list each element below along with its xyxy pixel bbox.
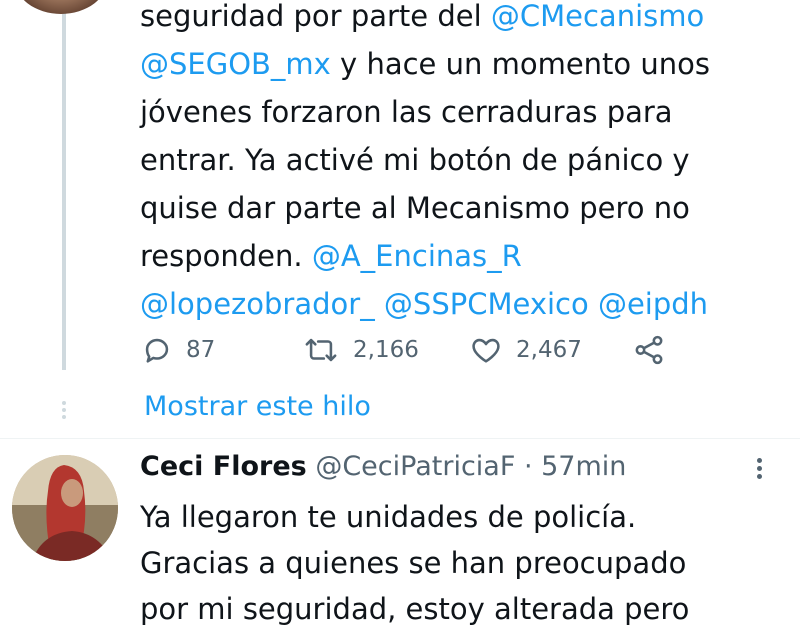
like-icon bbox=[472, 338, 500, 363]
mention-link[interactable]: @lopezobrador_ bbox=[140, 287, 375, 321]
tweet-action-bar: 87 2,166 2,467 bbox=[0, 328, 800, 372]
separator: · bbox=[515, 451, 542, 482]
tweet-text-line: Ya llegaron te unidades de policía. bbox=[140, 500, 637, 534]
thread-dots bbox=[61, 398, 67, 422]
tweet-text-line: quise dar parte al Mecanismo pero no bbox=[140, 184, 780, 232]
author-handle[interactable]: @CeciPatriciaF bbox=[315, 451, 515, 482]
like-button[interactable]: 2,467 bbox=[468, 328, 582, 372]
tweet-text-segment: quise dar parte al Mecanismo pero no bbox=[140, 191, 690, 225]
tweet-text-segment: jóvenes forzaron las cerraduras para bbox=[140, 95, 673, 129]
timestamp[interactable]: 57min bbox=[541, 451, 626, 482]
reply-button[interactable]: 87 bbox=[140, 328, 215, 372]
tweet-text-segment bbox=[589, 287, 598, 321]
retweet-count: 2,166 bbox=[353, 337, 419, 363]
tweet-text-line: seguridad por parte del @CMecanismo bbox=[140, 0, 780, 40]
profile-photo bbox=[12, 455, 118, 561]
avatar[interactable] bbox=[12, 455, 118, 561]
reply-count: 87 bbox=[186, 337, 216, 363]
tweet-text-segment: y hace un momento unos bbox=[330, 47, 710, 81]
author-name[interactable]: Ceci Flores bbox=[140, 451, 307, 482]
mention-link[interactable]: @eipdh bbox=[598, 287, 708, 321]
more-options-button[interactable] bbox=[752, 455, 766, 491]
mention-link[interactable]: @CMecanismo bbox=[491, 0, 704, 33]
thread-connector-line bbox=[62, 10, 66, 370]
share-button[interactable] bbox=[632, 328, 666, 372]
show-thread-link[interactable]: Mostrar este hilo bbox=[144, 391, 371, 422]
more-icon bbox=[752, 458, 766, 479]
share-icon bbox=[635, 335, 663, 365]
tweet-text-line: jóvenes forzaron las cerraduras para bbox=[140, 88, 780, 136]
retweet-icon bbox=[305, 338, 337, 362]
tweet-text-segment: responden. bbox=[140, 239, 312, 273]
tweet-text-line: Gracias a quienes se han preocupado bbox=[140, 546, 687, 580]
tweet-text-segment: seguridad por parte del bbox=[140, 0, 491, 33]
retweet-button[interactable]: 2,166 bbox=[301, 328, 419, 372]
tweet-text-line: por mi seguridad, estoy alterada pero bbox=[140, 592, 690, 626]
tweet-text: Ya llegaron te unidades de policía. Grac… bbox=[140, 494, 790, 632]
reply-icon bbox=[145, 338, 169, 363]
tweet-text-segment bbox=[375, 287, 384, 321]
tweet-text: seguridad por parte del @CMecanismo @SEGO… bbox=[140, 0, 780, 328]
avatar[interactable] bbox=[14, 0, 108, 14]
tweet-text-line: @SEGOB_mx y hace un momento unos bbox=[140, 40, 780, 88]
tweet-text-line: responden. @A_Encinas_R bbox=[140, 232, 780, 280]
tweet-text-segment: entrar. Ya activé mi botón de pánico y bbox=[140, 143, 690, 177]
tweet-header: Ceci Flores @CeciPatriciaF · 57min bbox=[140, 451, 626, 482]
divider bbox=[0, 438, 800, 439]
tweet-text-line: entrar. Ya activé mi botón de pánico y bbox=[140, 136, 780, 184]
tweet-text-line: @lopezobrador_ @SSPCMexico @eipdh bbox=[140, 280, 780, 328]
mention-link[interactable]: @A_Encinas_R bbox=[312, 239, 522, 273]
like-count: 2,467 bbox=[516, 337, 582, 363]
mention-link[interactable]: @SSPCMexico bbox=[384, 287, 589, 321]
mention-link[interactable]: @SEGOB_mx bbox=[140, 47, 331, 81]
